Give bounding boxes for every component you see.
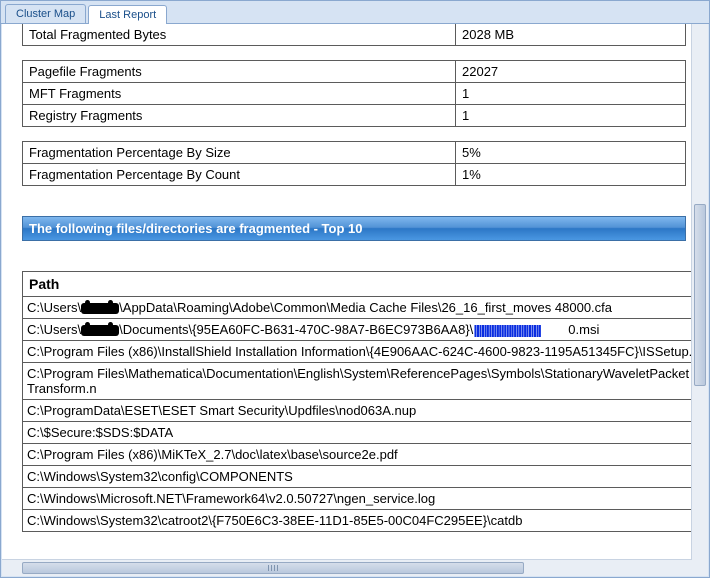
scroll-corner (692, 560, 708, 576)
value-frag-by-size: 5% (456, 142, 686, 164)
path-text: \Documents\{95EA60FC-B631-470C-98A7-B6EC… (119, 322, 473, 337)
redacted-blue-icon (473, 325, 568, 337)
path-row: C:\Program Files\Mathematica\Documentati… (23, 363, 693, 400)
row-pagefile-fragments: Pagefile Fragments 22027 (23, 61, 686, 83)
path-row: C:\Windows\Microsoft.NET\Framework64\v2.… (23, 488, 693, 510)
path-text: \AppData\Roaming\Adobe\Common\Media Cach… (119, 300, 612, 315)
horizontal-scroll-thumb[interactable] (22, 562, 524, 574)
stats-table-2: Pagefile Fragments 22027 MFT Fragments 1… (22, 60, 686, 127)
row-registry-fragments: Registry Fragments 1 (23, 105, 686, 127)
tab-bar: Cluster Map Last Report (1, 1, 709, 24)
path-text: C:\Program Files (x86)\InstallShield Ins… (23, 341, 693, 363)
path-row: C:\Program Files (x86)\InstallShield Ins… (23, 341, 693, 363)
path-row: C:\Program Files (x86)\MiKTeX_2.7\doc\la… (23, 444, 693, 466)
value-total-fragmented-bytes: 2028 MB (456, 24, 686, 46)
path-text: C:\Windows\System32\catroot2\{F750E6C3-3… (23, 510, 693, 532)
path-row: C:\ProgramData\ESET\ESET Smart Security\… (23, 400, 693, 422)
path-row: C:\Users\ \Documents\{95EA60FC-B631-470C-… (23, 319, 693, 341)
value-frag-by-count: 1% (456, 164, 686, 186)
label-frag-by-size: Fragmentation Percentage By Size (23, 142, 456, 164)
value-pagefile-fragments: 22027 (456, 61, 686, 83)
redacted-username-icon (81, 303, 119, 314)
path-text: C:\ProgramData\ESET\ESET Smart Security\… (23, 400, 693, 422)
path-text: 0.msi (568, 322, 599, 337)
stats-table-1: Total Fragmented Bytes 2028 MB (22, 24, 686, 46)
stats-table-3: Fragmentation Percentage By Size 5% Frag… (22, 141, 686, 186)
redacted-username-icon (81, 325, 119, 336)
section-header-top10: The following files/directories are frag… (22, 216, 686, 241)
value-registry-fragments: 1 (456, 105, 686, 127)
path-column-header: Path (23, 272, 693, 297)
path-row: C:\Windows\System32\catroot2\{F750E6C3-3… (23, 510, 693, 532)
path-text: C:\$Secure:$SDS:$DATA (23, 422, 693, 444)
label-registry-fragments: Registry Fragments (23, 105, 456, 127)
path-text: C:\Program Files\Mathematica\Documentati… (23, 363, 693, 400)
horizontal-scrollbar[interactable] (2, 559, 692, 576)
row-frag-by-count: Fragmentation Percentage By Count 1% (23, 164, 686, 186)
tab-cluster-map[interactable]: Cluster Map (5, 4, 86, 23)
report-window: Cluster Map Last Report Total Fragmented… (0, 0, 710, 578)
label-pagefile-fragments: Pagefile Fragments (23, 61, 456, 83)
path-text: C:\Windows\Microsoft.NET\Framework64\v2.… (23, 488, 693, 510)
path-text: C:\Windows\System32\config\COMPONENTS (23, 466, 693, 488)
report-viewport: Total Fragmented Bytes 2028 MB Pagefile … (2, 24, 692, 560)
vertical-scrollbar[interactable] (691, 24, 708, 560)
path-text: C:\Users\ (27, 300, 81, 315)
label-total-fragmented-bytes: Total Fragmented Bytes (23, 24, 456, 46)
path-row: C:\Windows\System32\config\COMPONENTS (23, 466, 693, 488)
path-text: C:\Users\ (27, 322, 81, 337)
vertical-scroll-thumb[interactable] (694, 204, 706, 386)
label-frag-by-count: Fragmentation Percentage By Count (23, 164, 456, 186)
tab-last-report[interactable]: Last Report (88, 5, 167, 24)
scroll-grip-icon (268, 565, 278, 571)
row-total-fragmented-bytes: Total Fragmented Bytes 2028 MB (23, 24, 686, 46)
value-mft-fragments: 1 (456, 83, 686, 105)
row-frag-by-size: Fragmentation Percentage By Size 5% (23, 142, 686, 164)
label-mft-fragments: MFT Fragments (23, 83, 456, 105)
content-area: Total Fragmented Bytes 2028 MB Pagefile … (2, 24, 708, 576)
path-text: C:\Program Files (x86)\MiKTeX_2.7\doc\la… (23, 444, 693, 466)
row-mft-fragments: MFT Fragments 1 (23, 83, 686, 105)
path-row: C:\Users\ \AppData\Roaming\Adobe\Common\M… (23, 297, 693, 319)
path-row: C:\$Secure:$SDS:$DATA (23, 422, 693, 444)
fragmented-paths-table: Path C:\Users\ \AppData\Roaming\Adobe\Com… (22, 271, 692, 532)
